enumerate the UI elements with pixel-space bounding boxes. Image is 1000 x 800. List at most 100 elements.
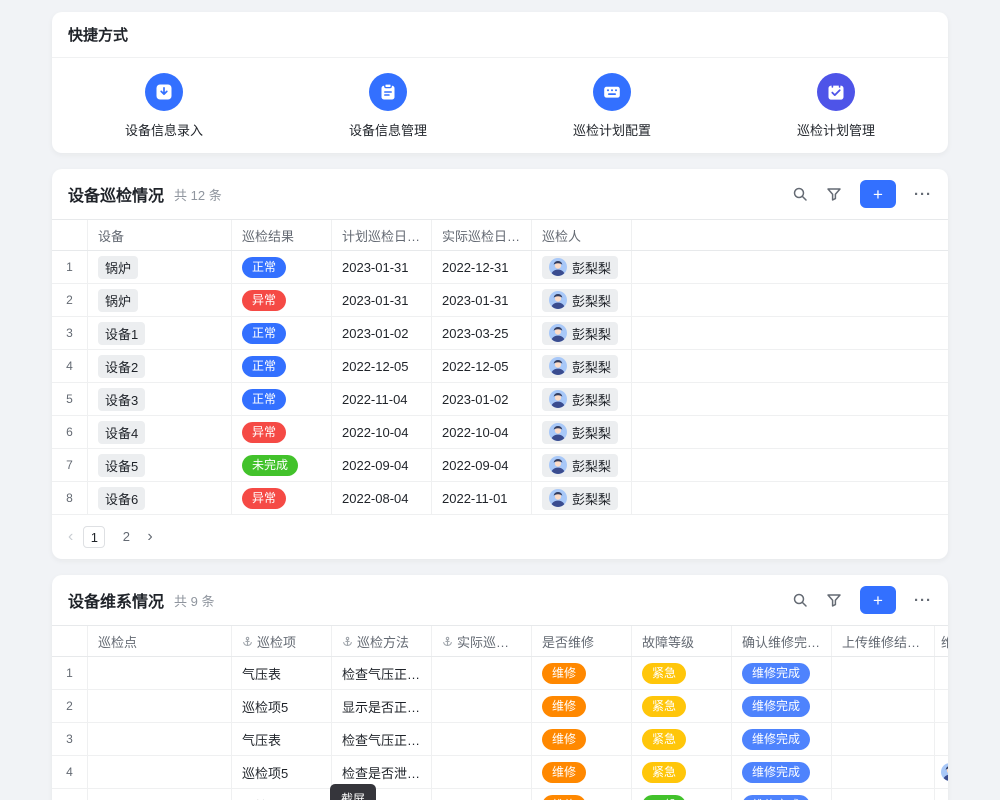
search-icon[interactable] — [792, 592, 808, 608]
table-row[interactable]: 5巡检项5显示是否正…维修一般维修完成 — [52, 789, 948, 800]
maintenance-count: 共 9 条 — [174, 591, 214, 610]
maintenance-title: 设备维系情况 — [68, 588, 164, 612]
add-record-button[interactable]: + — [860, 180, 896, 208]
device-chip[interactable]: 锅炉 — [98, 256, 138, 279]
table-row[interactable]: 1 锅炉 正常2023-01-312022-12-31 彭梨梨 — [52, 251, 948, 284]
device-chip[interactable]: 锅炉 — [98, 289, 138, 312]
row-number: 1 — [52, 251, 88, 283]
actual-date: 2022-10-04 — [432, 416, 532, 448]
header-cell: 实际巡检日… — [432, 220, 532, 250]
header-cell: 故障等级 — [632, 626, 732, 656]
table-row[interactable]: 7设备5未完成2022-09-042022-09-04彭梨梨 — [52, 449, 948, 482]
avatar — [549, 291, 567, 309]
inspector-cell: 彭梨梨 — [532, 317, 632, 349]
result-badge: 未完成 — [242, 455, 298, 476]
table-row[interactable]: 4巡检项5检查是否泄…维修紧急维修完成 — [52, 756, 948, 789]
add-record-button[interactable]: + — [860, 586, 896, 614]
page-button-2[interactable]: 2 — [115, 526, 137, 548]
repair-cell: 维修 — [532, 690, 632, 722]
result-cell: 正常 — [232, 251, 332, 283]
item-cell: 巡检项5 — [232, 756, 332, 788]
table-row[interactable]: 1气压表检查气压正…维修紧急维修完成 — [52, 657, 948, 690]
result-badge: 正常 — [242, 389, 286, 410]
device-chip[interactable]: 设备3 — [98, 388, 145, 411]
inspector-chip[interactable]: 彭梨梨 — [542, 487, 618, 510]
more-icon[interactable]: ··· — [914, 593, 932, 608]
item-cell: 巡检项5 — [232, 789, 332, 800]
avatar — [549, 489, 567, 507]
shortcut-item-4[interactable]: 巡检计划管理 — [724, 73, 948, 139]
upload-cell — [832, 657, 935, 689]
more-icon[interactable]: ··· — [914, 187, 932, 202]
header-cell: 设备 — [88, 220, 232, 250]
inspector-cell: 彭梨梨 — [532, 383, 632, 415]
inspector-chip[interactable]: 彭梨梨 — [542, 355, 618, 378]
inspector-name: 彭梨梨 — [572, 291, 611, 310]
table-row[interactable]: 3设备1正常2023-01-022023-03-25彭梨梨 — [52, 317, 948, 350]
result-cell: 正常 — [232, 317, 332, 349]
row-number: 2 — [52, 284, 88, 316]
result-badge: 异常 — [242, 290, 286, 311]
table-row[interactable]: 2巡检项5显示是否正…维修紧急维修完成 — [52, 690, 948, 723]
device-cell: 锅炉 — [88, 251, 232, 283]
avatar — [549, 456, 567, 474]
repair-badge: 维修 — [542, 795, 586, 800]
table-row[interactable]: 5设备3正常2022-11-042023-01-02彭梨梨 — [52, 383, 948, 416]
table-row[interactable]: 6设备4异常2022-10-042022-10-04彭梨梨 — [52, 416, 948, 449]
shortcut-item-3[interactable]: 巡检计划配置 — [500, 73, 724, 139]
inspector-chip[interactable]: 彭梨梨 — [542, 388, 618, 411]
actual-cell — [432, 789, 532, 800]
device-chip[interactable]: 设备4 — [98, 421, 145, 444]
level-cell: 紧急 — [632, 657, 732, 689]
device-chip[interactable]: 设备2 — [98, 355, 145, 378]
row-number: 4 — [52, 350, 88, 382]
shortcut-item-1[interactable]: 设备信息录入 — [52, 73, 276, 139]
filter-icon[interactable] — [826, 186, 842, 202]
inspector-chip[interactable]: 彭梨梨 — [542, 289, 618, 312]
avatar — [549, 357, 567, 375]
row-number: 3 — [52, 317, 88, 349]
level-badge: 紧急 — [642, 663, 686, 684]
row-filler — [632, 482, 948, 514]
confirm-badge: 维修完成 — [742, 762, 810, 783]
item-cell: 气压表 — [232, 723, 332, 755]
prev-page-button[interactable]: ‹ — [68, 529, 73, 545]
inspector-chip[interactable]: 彭梨梨 — [542, 322, 618, 345]
actual-cell — [432, 690, 532, 722]
header-cell: 实际巡… — [432, 626, 532, 656]
calendar-check-icon — [817, 73, 855, 111]
page-button-1[interactable]: 1 — [83, 526, 105, 548]
table-row[interactable]: 2锅炉异常2023-01-312023-01-31彭梨梨 — [52, 284, 948, 317]
next-page-button[interactable]: › — [147, 529, 152, 545]
row-filler — [632, 383, 948, 415]
search-icon[interactable] — [792, 186, 808, 202]
row-number: 5 — [52, 383, 88, 415]
planned-date: 2023-01-31 — [332, 251, 432, 283]
inspector-chip[interactable]: 彭梨梨 — [542, 256, 618, 279]
row-filler — [632, 284, 948, 316]
table-row[interactable]: 4设备2正常2022-12-052022-12-05彭梨梨 — [52, 350, 948, 383]
actual-date: 2022-12-31 — [432, 251, 532, 283]
screenshot-tooltip: 截屏 — [330, 784, 376, 800]
shortcut-item-2[interactable]: 设备信息管理 — [276, 73, 500, 139]
shortcuts-row: 设备信息录入设备信息管理巡检计划配置巡检计划管理 — [52, 58, 948, 153]
device-chip[interactable]: 设备5 — [98, 454, 145, 477]
filter-icon[interactable] — [826, 592, 842, 608]
point-cell — [88, 690, 232, 722]
shortcuts-card: 快捷方式 设备信息录入设备信息管理巡检计划配置巡检计划管理 — [52, 12, 948, 153]
method-cell: 检查气压正… — [332, 723, 432, 755]
table-row[interactable]: 8设备6异常2022-08-042022-11-01彭梨梨 — [52, 482, 948, 515]
inspector-chip[interactable]: 彭梨梨 — [542, 421, 618, 444]
row-number: 7 — [52, 449, 88, 481]
device-chip[interactable]: 设备1 — [98, 322, 145, 345]
inspector-name: 彭梨梨 — [572, 390, 611, 409]
extra-cell — [935, 723, 948, 755]
inspector-cell: 彭梨梨 — [532, 416, 632, 448]
row-filler — [632, 317, 948, 349]
inspection-toolbar: + ··· — [792, 180, 932, 208]
upload-cell — [832, 756, 935, 788]
actual-cell — [432, 756, 532, 788]
device-chip[interactable]: 设备6 — [98, 487, 145, 510]
inspector-chip[interactable]: 彭梨梨 — [542, 454, 618, 477]
table-row[interactable]: 3气压表检查气压正…维修紧急维修完成 — [52, 723, 948, 756]
